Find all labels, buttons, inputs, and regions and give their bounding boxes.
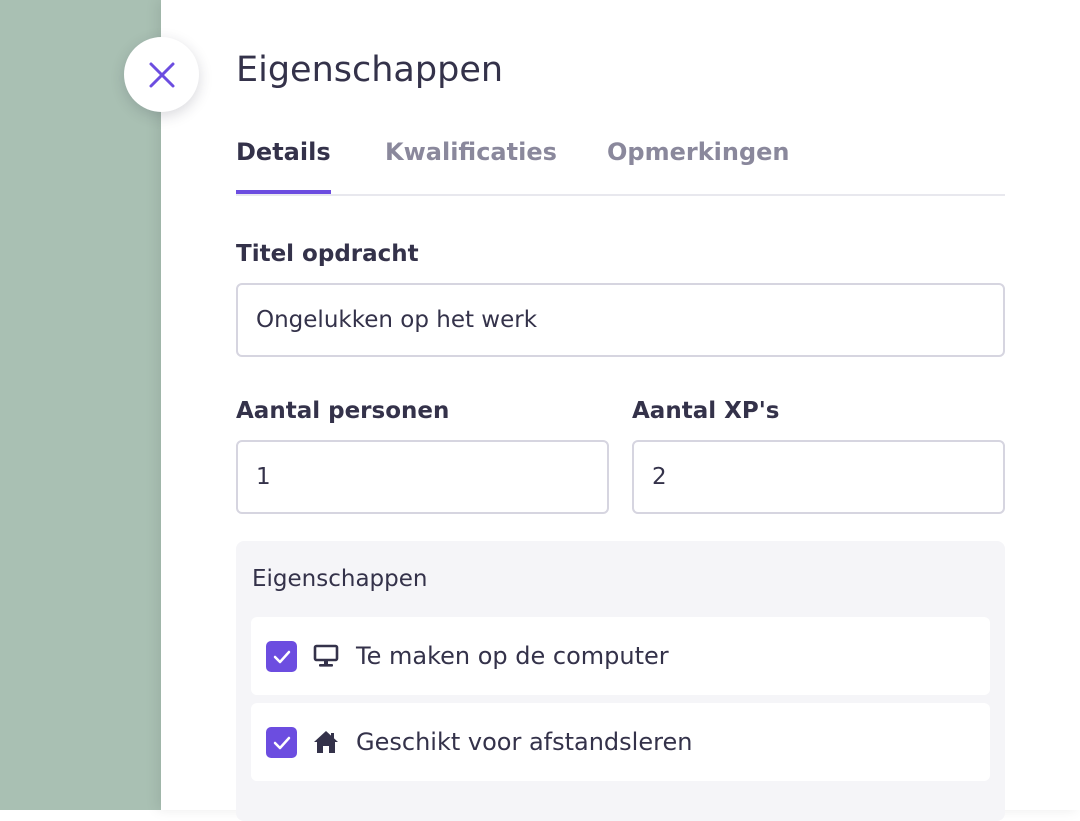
title-input[interactable] xyxy=(236,283,1005,357)
monitor-icon xyxy=(313,644,339,668)
property-label-computer: Te maken op de computer xyxy=(356,642,669,670)
checkmark-icon xyxy=(273,736,290,749)
property-checkbox-computer[interactable] xyxy=(266,641,297,672)
close-button[interactable] xyxy=(124,37,199,112)
persons-field-label: Aantal personen xyxy=(236,398,450,424)
page-title: Eigenschappen xyxy=(236,50,504,90)
properties-section: Eigenschappen Te maken op de computer Ge… xyxy=(236,541,1005,821)
persons-input[interactable] xyxy=(236,440,609,514)
title-field-label: Titel opdracht xyxy=(236,241,419,267)
close-icon xyxy=(149,62,174,87)
xp-input[interactable] xyxy=(632,440,1005,514)
property-checkbox-remote[interactable] xyxy=(266,727,297,758)
tab-details[interactable]: Details xyxy=(236,128,331,194)
tab-kwalificaties[interactable]: Kwalificaties xyxy=(385,128,557,192)
property-label-remote: Geschikt voor afstandsleren xyxy=(356,728,693,756)
properties-title: Eigenschappen xyxy=(252,566,428,592)
xp-field-label: Aantal XP's xyxy=(632,398,780,424)
home-icon xyxy=(313,730,339,754)
tab-bar: Details Kwalificaties Opmerkingen xyxy=(236,128,1005,196)
page-backdrop[interactable] xyxy=(0,0,161,810)
tab-opmerkingen[interactable]: Opmerkingen xyxy=(607,128,790,192)
property-item-computer[interactable]: Te maken op de computer xyxy=(251,617,990,695)
checkmark-icon xyxy=(273,650,290,663)
property-item-remote[interactable]: Geschikt voor afstandsleren xyxy=(251,703,990,781)
